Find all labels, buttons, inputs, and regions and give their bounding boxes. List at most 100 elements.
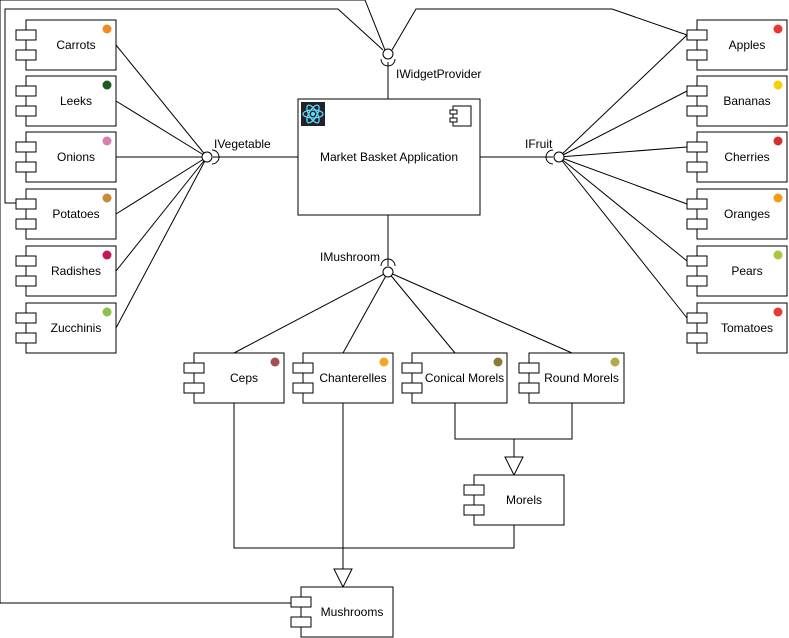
port-icon: [463, 504, 485, 516]
onion-icon: [102, 136, 112, 146]
port-icon: [518, 382, 540, 394]
port-icon: [686, 198, 708, 210]
component-pears[interactable]: Pears: [686, 245, 788, 297]
imushroom-label: IMushroom: [320, 250, 380, 264]
component-radishes[interactable]: Radishes: [15, 245, 117, 297]
component-conical-morels[interactable]: Conical Morels: [401, 352, 508, 404]
component-apples[interactable]: Apples: [686, 19, 788, 71]
component-label: Radishes: [51, 264, 101, 278]
chanterelle-icon: [379, 357, 389, 367]
component-cherries[interactable]: Cherries: [686, 131, 788, 183]
port-icon: [449, 109, 458, 115]
port-icon: [686, 218, 708, 230]
leek-icon: [102, 80, 112, 90]
component-onions[interactable]: Onions: [15, 131, 117, 183]
vegetable-link: [115, 100, 208, 158]
component-leeks[interactable]: Leeks: [15, 75, 117, 127]
generalization-arrow-icon: [333, 568, 353, 589]
port-icon: [292, 382, 314, 394]
component-label: Chanterelles: [319, 371, 386, 385]
port-icon: [15, 161, 37, 173]
fruit-link: [558, 90, 688, 158]
component-bananas[interactable]: Bananas: [686, 75, 788, 127]
port-icon: [15, 255, 37, 267]
component-label: Apples: [729, 38, 766, 52]
component-label: Bananas: [723, 94, 770, 108]
component-market-basket-application[interactable]: Market Basket Application: [297, 98, 481, 216]
vegetable-link: [115, 156, 208, 329]
apple-icon: [773, 24, 783, 34]
fruit-link: [558, 34, 688, 158]
potato-icon: [102, 193, 112, 203]
cep-icon: [270, 357, 280, 367]
fruit-link: [558, 156, 688, 262]
imushroom-provided-icon: [382, 266, 394, 278]
component-label: Ceps: [230, 371, 258, 385]
zucchini-icon: [102, 307, 112, 317]
orange-icon: [773, 193, 783, 203]
ivegetable-provided-icon: [201, 151, 213, 163]
port-icon: [686, 29, 708, 41]
component-ceps[interactable]: Ceps: [183, 352, 285, 404]
port-icon: [686, 312, 708, 324]
component-label: Onions: [57, 150, 95, 164]
port-icon: [686, 141, 708, 153]
ifruit-label: IFruit: [525, 137, 553, 151]
port-icon: [518, 362, 540, 374]
round-morel-icon: [610, 357, 620, 367]
port-icon: [15, 312, 37, 324]
banana-icon: [773, 80, 783, 90]
morels-generalization: [454, 403, 573, 440]
components: Carrots Leeks Onions Potatoes Radishes Zucchi…: [15, 19, 788, 638]
port-icon: [15, 29, 37, 41]
mushroom-link: [233, 271, 389, 354]
radish-icon: [102, 250, 112, 260]
vegetable-link: [115, 156, 208, 272]
conical-morel-icon: [493, 357, 503, 367]
component-label: Zucchinis: [51, 321, 102, 335]
port-icon: [292, 362, 314, 374]
component-label: Potatoes: [52, 207, 99, 221]
port-icon: [686, 255, 708, 267]
port-icon: [290, 616, 312, 628]
component-tomatoes[interactable]: Tomatoes: [686, 302, 788, 354]
generalization-arrow-icon: [504, 456, 524, 477]
component-label: Oranges: [724, 207, 770, 221]
component-chanterelles[interactable]: Chanterelles: [292, 352, 394, 404]
port-icon: [686, 49, 708, 61]
component-icon: [452, 105, 472, 127]
port-icon: [15, 141, 37, 153]
component-mushrooms[interactable]: Mushrooms: [290, 586, 394, 638]
port-icon: [686, 332, 708, 344]
port-icon: [686, 161, 708, 173]
port-icon: [15, 105, 37, 117]
apples-widget-link: [391, 8, 688, 51]
port-icon: [15, 198, 37, 210]
port-icon: [449, 117, 458, 123]
component-label: Conical Morels: [425, 371, 504, 385]
port-icon: [401, 362, 423, 374]
iwidgetprovider-provided-icon: [382, 48, 394, 60]
component-potatoes[interactable]: Potatoes: [15, 188, 117, 240]
react-nucleus: [311, 112, 315, 116]
ceps-morels-generalization: [233, 403, 515, 549]
component-round-morels[interactable]: Round Morels: [518, 352, 625, 404]
component-oranges[interactable]: Oranges: [686, 188, 788, 240]
port-icon: [183, 382, 205, 394]
port-icon: [15, 332, 37, 344]
iwidgetprovider-label: IWidgetProvider: [396, 67, 481, 81]
component-label: Carrots: [56, 38, 95, 52]
component-zucchinis[interactable]: Zucchinis: [15, 302, 117, 354]
port-icon: [463, 484, 485, 496]
component-diagram: Carrots Leeks Onions Potatoes Radishes Zucchi…: [0, 0, 788, 638]
ifruit-provided-icon: [553, 151, 565, 163]
fruit-link: [558, 146, 688, 158]
cherries-icon: [773, 136, 783, 146]
port-icon: [15, 49, 37, 61]
component-morels[interactable]: Morels: [463, 474, 565, 526]
tomato-icon: [773, 307, 783, 317]
component-label: Pears: [731, 264, 762, 278]
component-carrots[interactable]: Carrots: [15, 19, 117, 71]
port-icon: [290, 596, 312, 608]
component-label: Morels: [506, 493, 542, 507]
